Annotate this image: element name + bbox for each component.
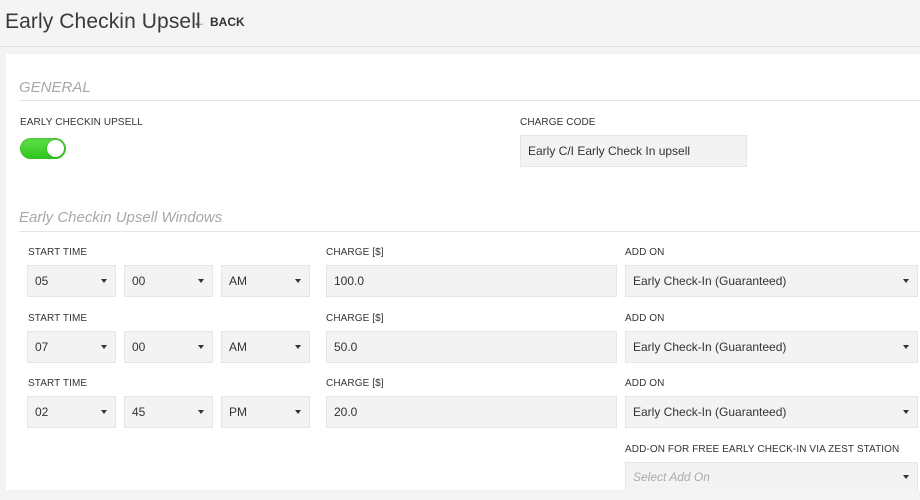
caret-down-icon (101, 279, 107, 283)
start-minute-value: 00 (132, 274, 146, 288)
add-on-value: Early Check-In (Guaranteed) (633, 405, 787, 419)
start-minute-select[interactable]: 45 (124, 396, 213, 428)
add-on-select[interactable]: Early Check-In (Guaranteed) (625, 265, 918, 297)
charge-code-label: CHARGE CODE (520, 117, 596, 128)
start-ampm-select[interactable]: AM (221, 265, 310, 297)
back-label: BACK (210, 15, 245, 29)
start-ampm-value: AM (229, 274, 247, 288)
charge-label: CHARGE [$] (326, 378, 384, 389)
start-minute-value: 00 (132, 340, 146, 354)
start-time-label: START TIME (28, 313, 88, 324)
charge-input[interactable]: 100.0 (326, 265, 617, 297)
left-arrow-icon: ← (193, 15, 205, 29)
start-ampm-select[interactable]: AM (221, 331, 310, 363)
add-on-select[interactable]: Early Check-In (Guaranteed) (625, 331, 918, 363)
general-divider (19, 100, 920, 101)
charge-label: CHARGE [$] (326, 313, 384, 324)
caret-down-icon (295, 279, 301, 283)
start-time-label: START TIME (28, 247, 88, 258)
start-time-label: START TIME (28, 378, 88, 389)
caret-down-icon (198, 345, 204, 349)
add-on-label: ADD ON (625, 378, 665, 389)
charge-code-field[interactable]: Early C/I Early Check In upsell (520, 135, 747, 167)
caret-down-icon (101, 345, 107, 349)
add-on-label: ADD ON (625, 313, 665, 324)
caret-down-icon (903, 345, 909, 349)
caret-down-icon (295, 410, 301, 414)
charge-input[interactable]: 20.0 (326, 396, 617, 428)
caret-down-icon (295, 345, 301, 349)
start-hour-value: 02 (35, 405, 49, 419)
add-on-value: Early Check-In (Guaranteed) (633, 274, 787, 288)
bottom-strip (0, 490, 920, 500)
page-title: Early Checkin Upsell (5, 10, 201, 33)
start-hour-value: 05 (35, 274, 49, 288)
charge-value: 50.0 (334, 340, 358, 354)
caret-down-icon (198, 279, 204, 283)
general-section-title: GENERAL (19, 79, 91, 96)
windows-divider (19, 231, 920, 232)
start-ampm-value: PM (229, 405, 247, 419)
charge-value: 20.0 (334, 405, 358, 419)
caret-down-icon (903, 475, 909, 479)
early-checkin-upsell-label: EARLY CHECKIN UPSELL (20, 117, 143, 128)
start-minute-select[interactable]: 00 (124, 265, 213, 297)
charge-input[interactable]: 50.0 (326, 331, 617, 363)
charge-value: 100.0 (334, 274, 365, 288)
windows-section-title: Early Checkin Upsell Windows (19, 209, 223, 226)
back-button[interactable]: ← BACK (193, 15, 245, 29)
caret-down-icon (903, 410, 909, 414)
start-ampm-select[interactable]: PM (221, 396, 310, 428)
start-hour-value: 07 (35, 340, 49, 354)
start-minute-select[interactable]: 00 (124, 331, 213, 363)
add-on-select[interactable]: Early Check-In (Guaranteed) (625, 396, 918, 428)
start-minute-value: 45 (132, 405, 146, 419)
zest-station-add-on-select[interactable]: Select Add On (625, 462, 918, 492)
zest-station-add-on-label: ADD-ON FOR FREE EARLY CHECK-IN VIA ZEST … (625, 444, 900, 455)
toggle-knob (47, 140, 64, 157)
add-on-value: Early Check-In (Guaranteed) (633, 340, 787, 354)
start-hour-select[interactable]: 02 (27, 396, 116, 428)
start-ampm-value: AM (229, 340, 247, 354)
caret-down-icon (198, 410, 204, 414)
start-hour-select[interactable]: 05 (27, 265, 116, 297)
early-checkin-upsell-toggle[interactable] (20, 138, 66, 159)
charge-label: CHARGE [$] (326, 247, 384, 258)
add-on-label: ADD ON (625, 247, 665, 258)
settings-panel: GENERAL EARLY CHECKIN UPSELL CHARGE CODE… (6, 54, 920, 492)
start-hour-select[interactable]: 07 (27, 331, 116, 363)
zest-station-add-on-placeholder: Select Add On (633, 470, 710, 484)
charge-code-value: Early C/I Early Check In upsell (528, 144, 691, 158)
caret-down-icon (101, 410, 107, 414)
page-header: Early Checkin Upsell ← BACK (0, 0, 920, 47)
caret-down-icon (903, 279, 909, 283)
